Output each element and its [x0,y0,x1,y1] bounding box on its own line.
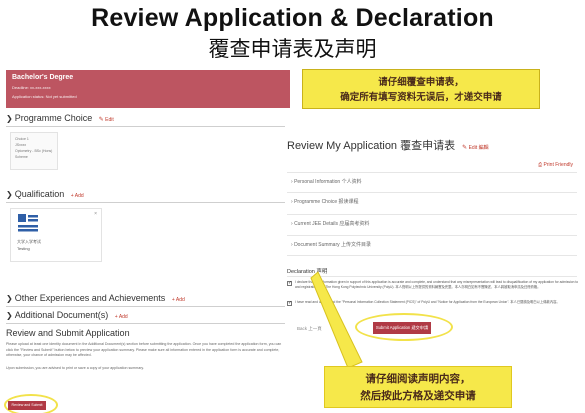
section-additional-documents[interactable]: ❯ Additional Document(s) + Add [6,310,128,320]
plus-icon: + [114,314,118,320]
section-other-experiences[interactable]: ❯ Other Experiences and Achievements + Ad… [6,293,185,303]
declaration-checkbox-2[interactable] [287,300,292,306]
review-application-screenshot: Review My Application 覆查申请表 ✎ Edit 編輯 ⎙ … [285,124,581,354]
review-item[interactable]: › Programme Choice 报读课程 [291,198,359,205]
declaration-heading: Declaration 声明 [287,269,328,275]
qualification-subtitle: Testing [17,246,30,251]
declaration-text-1: I declare that the information given in … [295,280,579,289]
degree-title: Bachelor's Degree [12,74,74,81]
callout-line: 确定所有填写资料无误后，才递交申请 [340,92,502,103]
chevron-down-icon: ❯ [6,311,13,320]
application-status: Application status: Not yet submitted [12,94,77,99]
printer-icon: ⎙ [538,162,543,168]
close-icon[interactable]: × [94,211,97,217]
callout-review-form: 请仔细覆查申请表， 确定所有填写资料无误后，才递交申请 [302,69,540,109]
slide-title-zh: 覆查申请表及声明 [208,37,377,61]
section-heading: Other Experiences and Achievements [14,293,166,303]
review-submit-note: Upon submission, you are advised to prin… [6,366,144,370]
review-submit-heading: Review and Submit Application [6,328,130,338]
divider [287,172,577,173]
divider [287,255,577,256]
chevron-down-icon: ❯ [6,114,13,123]
section-heading: Additional Document(s) [14,310,109,320]
qualification-name: 大学入学考试 [17,239,41,244]
chevron-down-icon: ❯ [6,294,13,303]
chevron-right-icon: › [291,179,293,185]
pencil-icon: ✎ [98,117,104,123]
divider [6,323,290,324]
review-submit-instructions: Please upload at least one identity docu… [6,342,282,357]
deadline-text: Deadline: xx-xxx-xxxx [12,85,51,90]
callout-line: 请仔细阅读声明内容， [365,373,471,385]
add-qualification-link[interactable]: + Add [71,193,84,199]
section-programme-choice[interactable]: ❯ Programme Choice ✎ Edit [6,113,114,123]
divider [6,306,290,307]
section-heading: Programme Choice [14,113,93,123]
submit-application-button[interactable]: Submit Application 遞交申請 [373,322,431,334]
declaration-checkbox-1[interactable] [287,280,292,286]
chevron-right-icon: › [291,199,293,205]
slide-title-en: Review Application & Declaration [91,4,494,32]
review-item[interactable]: › Document Summary 上传文件目录 [291,241,371,248]
chevron-down-icon: ❯ [6,190,13,199]
review-item[interactable]: › Current JEE Details 应届高考资料 [291,220,369,227]
callout-declaration: 请仔细阅读声明内容， 然后按此方格及递交申请 [324,366,512,408]
add-experience-link[interactable]: + Add [172,297,185,303]
programme-card: Choice 1 JSxxxx Optometry - BSc (Hons) S… [10,132,58,170]
section-qualification[interactable]: ❯ Qualification + Add [6,189,84,199]
card-line: Scheme [15,155,28,159]
pencil-icon: ✎ [462,145,468,151]
divider [6,126,290,127]
plus-icon: + [70,193,74,199]
chevron-right-icon: › [291,242,293,248]
print-friendly-link[interactable]: ⎙ Print Friendly [538,162,573,168]
card-line: Optometry - BSc (Hons) [15,149,53,153]
edit-link[interactable]: ✎ Edit 編輯 [462,145,488,151]
divider [6,202,290,203]
section-heading: Qualification [14,189,65,199]
review-title: Review My Application 覆查申请表 ✎ Edit 編輯 [287,140,489,152]
application-form-screenshot: Bachelor's Degree Deadline: xx-xxx-xxxx … [4,70,290,413]
qualification-card[interactable]: × 大学入学考试 Testing [10,208,102,262]
edit-programme-link[interactable]: ✎ Edit [99,117,114,123]
card-line: JSxxxx [15,143,27,147]
review-and-submit-button[interactable]: Review and Submit [8,401,46,410]
declaration-text-2: I have read and understood the "Personal… [295,300,560,304]
divider [287,235,577,236]
callout-line: 然后按此方格及递交申请 [360,390,476,402]
degree-banner: Bachelor's Degree Deadline: xx-xxx-xxxx … [6,70,290,108]
chevron-right-icon: › [291,221,293,227]
divider [287,214,577,215]
card-line: Choice 1 [15,137,29,141]
back-link[interactable]: Back 上一頁 [297,326,322,332]
document-icon [18,214,38,232]
callout-line: 请仔细覆查申请表， [378,77,464,88]
plus-icon: + [171,297,175,303]
review-item[interactable]: › Personal Information 个人资料 [291,178,362,185]
divider [287,192,577,193]
divider [287,276,577,277]
add-document-link[interactable]: + Add [115,314,128,320]
